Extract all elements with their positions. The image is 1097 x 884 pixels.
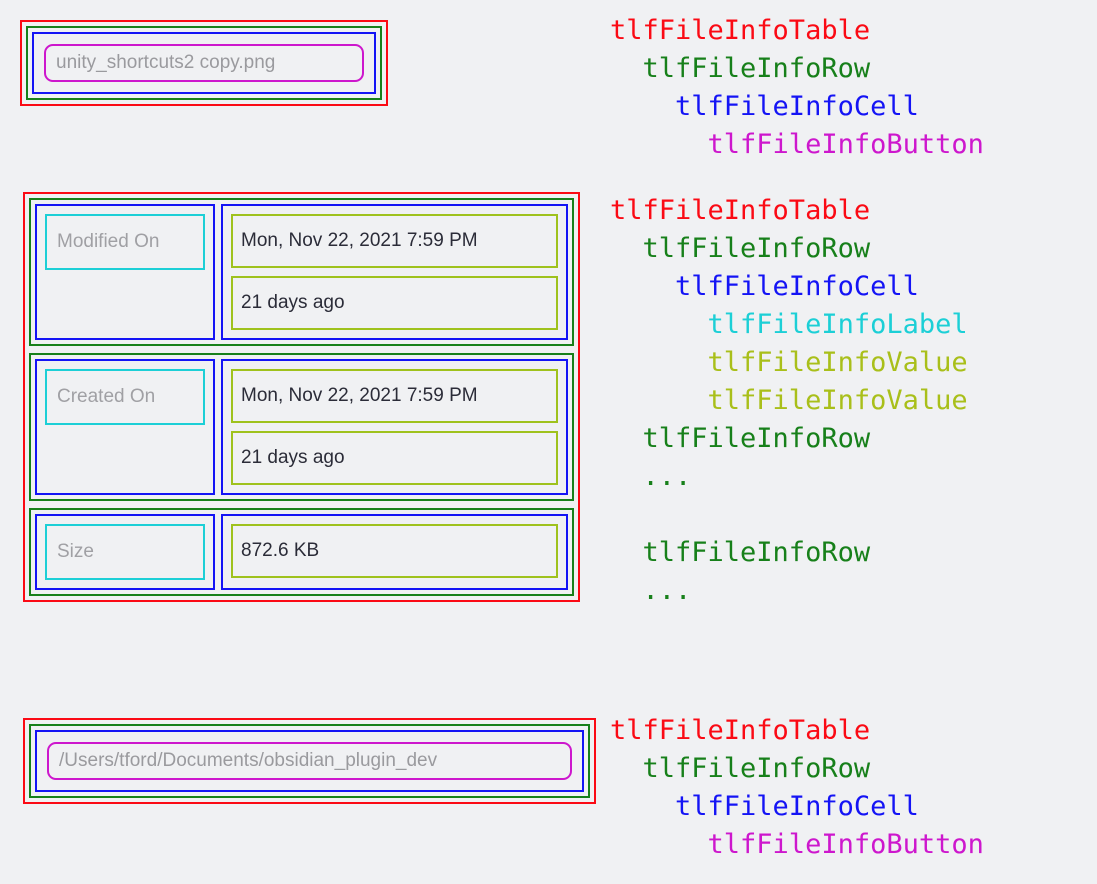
file-info-value: 872.6 KB <box>231 524 558 578</box>
legend-path-structure: tlfFileInfoTable tlfFileInfoRow tlfFileI… <box>610 712 984 864</box>
file-info-table-filename: unity_shortcuts2 copy.png <box>20 20 388 106</box>
legend-line: tlfFileInfoTable <box>610 195 871 226</box>
file-info-table-details: Modified On Mon, Nov 22, 2021 7:59 PM 21 d… <box>23 192 580 602</box>
file-info-cell-value: Mon, Nov 22, 2021 7:59 PM 21 days ago <box>221 204 568 340</box>
legend-line: tlfFileInfoValue <box>610 385 968 416</box>
legend-line: ... <box>610 461 692 492</box>
legend-line: tlfFileInfoCell <box>610 271 919 302</box>
file-info-row: unity_shortcuts2 copy.png <box>26 26 382 100</box>
file-info-row-inner: Modified On Mon, Nov 22, 2021 7:59 PM 21 d… <box>35 204 568 340</box>
file-info-cell-label: Created On <box>35 359 215 495</box>
file-info-label: Size <box>45 524 205 580</box>
file-info-table-path: /Users/tford/Documents/obsidian_plugin_d… <box>23 718 596 804</box>
file-info-cell-label: Size <box>35 514 215 590</box>
legend-line: tlfFileInfoRow <box>610 233 871 264</box>
file-info-value: Mon, Nov 22, 2021 7:59 PM <box>231 214 558 268</box>
file-info-row: Size 872.6 KB <box>29 508 574 596</box>
file-info-rows-container: Modified On Mon, Nov 22, 2021 7:59 PM 21 d… <box>29 198 574 596</box>
legend-line: tlfFileInfoCell <box>610 91 919 122</box>
file-info-row: /Users/tford/Documents/obsidian_plugin_d… <box>29 724 590 798</box>
file-info-cell: unity_shortcuts2 copy.png <box>32 32 376 94</box>
file-info-button-filename[interactable]: unity_shortcuts2 copy.png <box>44 44 364 82</box>
file-info-label: Modified On <box>45 214 205 270</box>
legend-line: tlfFileInfoButton <box>610 129 984 160</box>
legend-spacer <box>610 496 968 534</box>
file-info-cell-value: Mon, Nov 22, 2021 7:59 PM 21 days ago <box>221 359 568 495</box>
file-info-button-path[interactable]: /Users/tford/Documents/obsidian_plugin_d… <box>47 742 572 780</box>
file-info-row-inner: Created On Mon, Nov 22, 2021 7:59 PM 21 da… <box>35 359 568 495</box>
legend-filename-structure: tlfFileInfoTable tlfFileInfoRow tlfFileI… <box>610 12 984 164</box>
legend-line: tlfFileInfoValue <box>610 347 968 378</box>
legend-line: tlfFileInfoRow <box>610 753 871 784</box>
file-info-label: Created On <box>45 369 205 425</box>
legend-line: tlfFileInfoCell <box>610 791 919 822</box>
legend-line: tlfFileInfoRow <box>610 537 871 568</box>
file-info-row: Modified On Mon, Nov 22, 2021 7:59 PM 21 d… <box>29 198 574 346</box>
legend-line: tlfFileInfoLabel <box>610 309 968 340</box>
legend-line: tlfFileInfoButton <box>610 829 984 860</box>
legend-line: tlfFileInfoTable <box>610 715 871 746</box>
legend-line: tlfFileInfoTable <box>610 15 871 46</box>
file-info-cell: /Users/tford/Documents/obsidian_plugin_d… <box>35 730 584 792</box>
file-info-value: Mon, Nov 22, 2021 7:59 PM <box>231 369 558 423</box>
file-info-value: 21 days ago <box>231 276 558 330</box>
legend-line: tlfFileInfoRow <box>610 53 871 84</box>
file-info-cell-label: Modified On <box>35 204 215 340</box>
legend-line: tlfFileInfoRow <box>610 423 871 454</box>
file-info-row-inner: Size 872.6 KB <box>35 514 568 590</box>
legend-line: ... <box>610 575 692 606</box>
legend-details-structure: tlfFileInfoTable tlfFileInfoRow tlfFileI… <box>610 192 968 610</box>
file-info-row: Created On Mon, Nov 22, 2021 7:59 PM 21 da… <box>29 353 574 501</box>
file-info-value: 21 days ago <box>231 431 558 485</box>
file-info-cell-value: 872.6 KB <box>221 514 568 590</box>
